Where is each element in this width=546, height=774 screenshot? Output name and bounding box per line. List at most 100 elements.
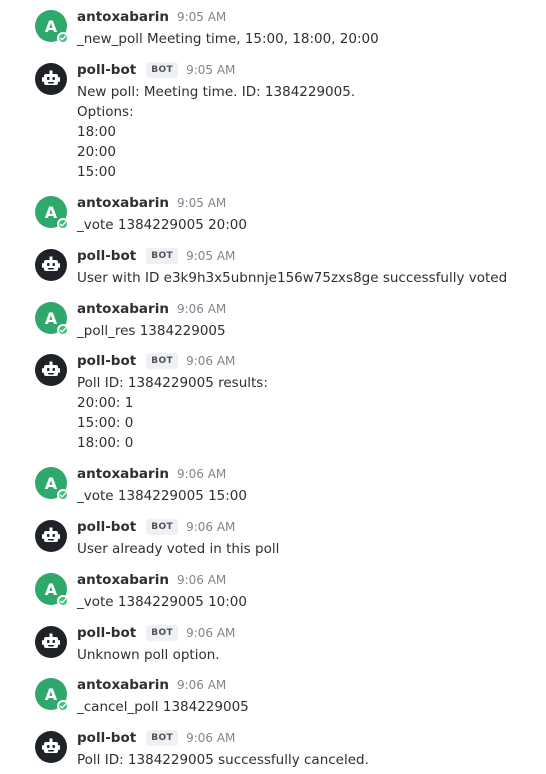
bot-badge: BOT [146, 62, 179, 78]
bot-avatar[interactable] [35, 626, 67, 658]
message-text-line: 20:00 [77, 144, 116, 160]
author-name[interactable]: antoxabarin [77, 466, 169, 482]
message-text-line: User with ID e3k9h3x5ubnnje156w75zxs8ge … [77, 270, 508, 286]
online-status-icon [57, 324, 69, 336]
message-header: antoxabarin 9:05 AM [77, 193, 226, 213]
message-text-line: _vote 1384229005 15:00 [77, 488, 247, 504]
user-avatar[interactable]: A [35, 302, 69, 336]
message-text-line: Unknown poll option. [77, 647, 220, 663]
message: Aantoxabarin 9:05 AM _vote 1384229005 20:0… [0, 193, 546, 235]
message-text-line: 18:00 [77, 124, 116, 140]
message-timestamp[interactable]: 9:06 AM [186, 520, 235, 534]
message-header: poll-bot BOT 9:05 AM [77, 60, 235, 80]
message-header: poll-bot BOT 9:06 AM [77, 351, 235, 371]
author-name[interactable]: antoxabarin [77, 9, 169, 25]
user-avatar[interactable]: A [35, 573, 69, 607]
message-text-line: _vote 1384229005 20:00 [77, 217, 247, 233]
robot-icon [35, 354, 67, 386]
bot-badge: BOT [146, 519, 179, 535]
author-name[interactable]: poll-bot [77, 62, 136, 78]
avatar-letter: A [44, 579, 58, 599]
message: poll-bot BOT 9:06 AM Poll ID: 1384229005 re… [0, 351, 546, 453]
online-status-icon [57, 32, 69, 44]
message-timestamp[interactable]: 9:05 AM [177, 10, 226, 24]
message-timestamp[interactable]: 9:05 AM [186, 249, 235, 263]
avatar-letter: A [44, 202, 58, 222]
bot-badge: BOT [146, 353, 179, 369]
author-name[interactable]: poll-bot [77, 353, 136, 369]
user-avatar[interactable]: A [35, 10, 69, 44]
message-timestamp[interactable]: 9:06 AM [177, 678, 226, 692]
message-text-line: 18:00: 0 [77, 435, 134, 451]
message-text-line: 15:00: 0 [77, 415, 134, 431]
online-status-icon [57, 489, 69, 501]
message-timestamp[interactable]: 9:06 AM [177, 302, 226, 316]
message-text-line: User already voted in this poll [77, 541, 280, 557]
message-feed: Aantoxabarin 9:05 AM _new_poll Meeting tim… [0, 0, 546, 774]
message: poll-bot BOT 9:05 AM New poll: Meeting time… [0, 60, 546, 182]
message: poll-bot BOT 9:06 AM User already voted in … [0, 517, 546, 559]
author-name[interactable]: antoxabarin [77, 572, 169, 588]
message-text-line: _new_poll Meeting time, 15:00, 18:00, 20… [77, 31, 379, 47]
message: Aantoxabarin 9:05 AM _new_poll Meeting tim… [0, 7, 546, 49]
bot-avatar[interactable] [35, 63, 67, 95]
message-header: antoxabarin 9:06 AM [77, 675, 226, 695]
message-text-line: Poll ID: 1384229005 successfully cancele… [77, 752, 369, 768]
message-header: antoxabarin 9:06 AM [77, 464, 226, 484]
message-header: poll-bot BOT 9:05 AM [77, 246, 235, 266]
bot-badge: BOT [146, 625, 179, 641]
author-name[interactable]: antoxabarin [77, 301, 169, 317]
avatar-letter: A [44, 473, 58, 493]
bot-badge: BOT [146, 730, 179, 746]
message: poll-bot BOT 9:05 AM User with ID e3k9h3x5u… [0, 246, 546, 288]
robot-icon [35, 626, 67, 658]
message-text-line: _vote 1384229005 10:00 [77, 594, 247, 610]
robot-icon [35, 63, 67, 95]
message: Aantoxabarin 9:06 AM _vote 1384229005 10:0… [0, 570, 546, 612]
user-avatar[interactable]: A [35, 467, 69, 501]
author-name[interactable]: poll-bot [77, 248, 136, 264]
message-text-line: New poll: Meeting time. ID: 1384229005. [77, 84, 356, 100]
message-header: poll-bot BOT 9:06 AM [77, 728, 235, 748]
user-avatar[interactable]: A [35, 196, 69, 230]
user-avatar[interactable]: A [35, 678, 69, 712]
author-name[interactable]: poll-bot [77, 625, 136, 641]
robot-icon [35, 731, 67, 763]
message-timestamp[interactable]: 9:05 AM [177, 196, 226, 210]
bot-avatar[interactable] [35, 520, 67, 552]
message: poll-bot BOT 9:06 AM Unknown poll option. [0, 623, 546, 665]
message-text-line: Options: [77, 104, 134, 120]
author-name[interactable]: antoxabarin [77, 195, 169, 211]
message-text-line: _poll_res 1384229005 [77, 323, 226, 339]
message-header: antoxabarin 9:06 AM [77, 299, 226, 319]
message-timestamp[interactable]: 9:06 AM [186, 626, 235, 640]
message-text-line: 20:00: 1 [77, 395, 134, 411]
message-text-line: _cancel_poll 1384229005 [77, 699, 249, 715]
avatar-letter: A [44, 16, 58, 36]
message: Aantoxabarin 9:06 AM _cancel_poll 13842290… [0, 675, 546, 717]
online-status-icon [57, 218, 69, 230]
online-status-icon [57, 700, 69, 712]
message-timestamp[interactable]: 9:06 AM [186, 731, 235, 745]
message-timestamp[interactable]: 9:06 AM [177, 573, 226, 587]
message-timestamp[interactable]: 9:05 AM [186, 63, 235, 77]
bot-avatar[interactable] [35, 354, 67, 386]
robot-icon [35, 520, 67, 552]
author-name[interactable]: antoxabarin [77, 677, 169, 693]
avatar-letter: A [44, 684, 58, 704]
bot-avatar[interactable] [35, 249, 67, 281]
message-timestamp[interactable]: 9:06 AM [177, 467, 226, 481]
message-text-line: 15:00 [77, 164, 116, 180]
online-status-icon [57, 595, 69, 607]
message: poll-bot BOT 9:06 AM Poll ID: 1384229005 su… [0, 728, 546, 770]
message: Aantoxabarin 9:06 AM _poll_res 1384229005 [0, 299, 546, 341]
message-timestamp[interactable]: 9:06 AM [186, 354, 235, 368]
message-header: antoxabarin 9:06 AM [77, 570, 226, 590]
robot-icon [35, 249, 67, 281]
message-header: poll-bot BOT 9:06 AM [77, 517, 235, 537]
author-name[interactable]: poll-bot [77, 519, 136, 535]
bot-badge: BOT [146, 248, 179, 264]
author-name[interactable]: poll-bot [77, 730, 136, 746]
bot-avatar[interactable] [35, 731, 67, 763]
message: Aantoxabarin 9:06 AM _vote 1384229005 15:0… [0, 464, 546, 506]
